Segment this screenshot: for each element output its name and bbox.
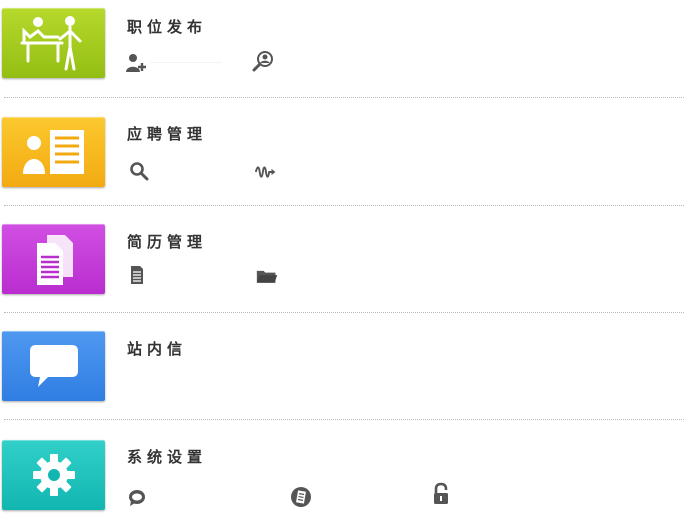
section-title: 应聘管理	[127, 125, 208, 143]
speech-bubble-icon	[29, 345, 78, 387]
folder-icon[interactable]	[256, 265, 278, 287]
gear-icon	[32, 454, 75, 496]
magnifier-icon[interactable]	[128, 160, 150, 182]
section-title: 系统设置	[127, 448, 208, 466]
job-posting-tile[interactable]	[2, 8, 105, 78]
system-settings-tile[interactable]	[2, 440, 105, 510]
documents-icon	[36, 235, 73, 285]
add-user-icon[interactable]	[125, 52, 147, 74]
chat-bubble-icon[interactable]	[126, 487, 148, 509]
inbox-tile[interactable]	[2, 331, 105, 401]
people-desk-icon	[20, 16, 81, 71]
document-icon[interactable]	[126, 264, 148, 286]
section-title: 站内信	[127, 340, 188, 358]
menu-section-system-settings[interactable]: 系统设置	[0, 420, 684, 520]
lock-icon[interactable]	[430, 482, 452, 505]
menu-section-job-posting[interactable]: 职位发布	[0, 0, 684, 97]
resume-management-tile[interactable]	[2, 224, 105, 294]
search-person-icon[interactable]	[252, 50, 274, 72]
section-title: 简历管理	[127, 233, 208, 251]
menu-section-application-management[interactable]: 应聘管理	[0, 98, 684, 205]
id-card-icon	[22, 130, 84, 174]
wave-arrow-icon[interactable]	[255, 161, 277, 183]
decorative-line	[150, 62, 222, 63]
notes-icon[interactable]	[290, 486, 312, 508]
menu-section-inbox[interactable]: 站内信	[0, 313, 684, 419]
menu-section-resume-management[interactable]: 简历管理	[0, 206, 684, 312]
section-title: 职位发布	[127, 18, 208, 36]
application-management-tile[interactable]	[2, 117, 105, 187]
